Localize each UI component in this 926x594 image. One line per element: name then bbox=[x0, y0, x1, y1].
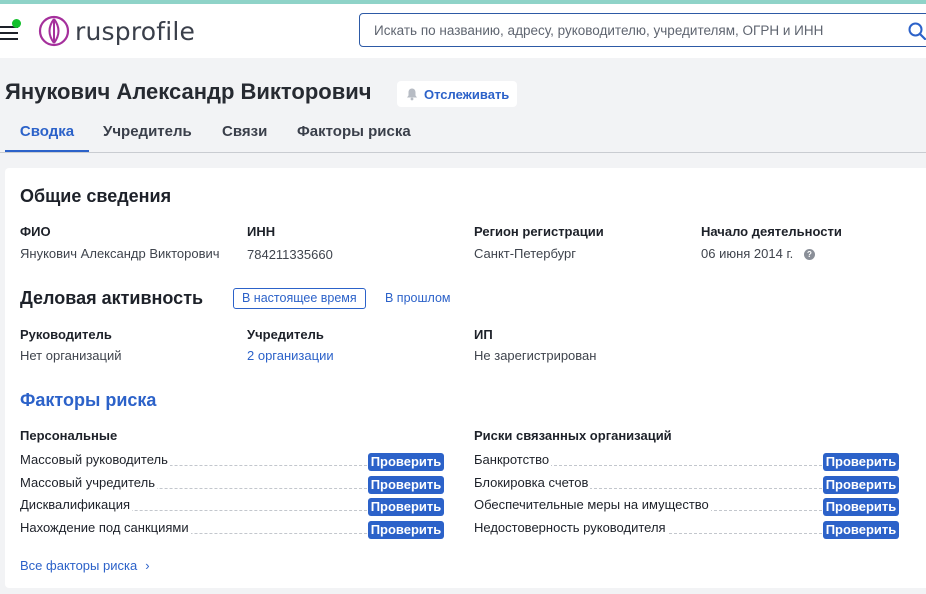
founder-label: Учредитель bbox=[247, 327, 324, 342]
manager-label: Руководитель bbox=[20, 327, 112, 342]
fio-value: Янукович Александр Викторович bbox=[20, 246, 220, 261]
check-button[interactable]: Проверить bbox=[823, 476, 899, 494]
manager-value: Нет организаций bbox=[20, 348, 122, 363]
list-item: Обеспечительные меры на имущество Провер… bbox=[474, 496, 900, 516]
track-button-label: Отслеживать bbox=[424, 86, 510, 102]
personal-risks-label: Персональные bbox=[20, 428, 118, 443]
search-icon[interactable] bbox=[908, 22, 926, 40]
list-item: Банкротство Проверить bbox=[474, 451, 900, 471]
search-box bbox=[359, 13, 926, 47]
check-button[interactable]: Проверить bbox=[368, 521, 444, 539]
list-item: Недостоверность руководителя Проверить bbox=[474, 519, 900, 539]
risk-name: Дисквалификация bbox=[20, 497, 132, 512]
site-header: rusprofile bbox=[0, 4, 926, 58]
all-risk-factors-label: Все факторы риска bbox=[20, 558, 138, 573]
all-risk-factors-link[interactable]: Все факторы риска › bbox=[20, 558, 150, 573]
risk-name: Нахождение под санкциями bbox=[20, 520, 191, 535]
list-item: Массовый руководитель Проверить bbox=[20, 451, 444, 471]
risk-name: Блокировка счетов bbox=[474, 475, 591, 490]
tab-summary[interactable]: Сводка bbox=[5, 112, 89, 152]
check-button[interactable]: Проверить bbox=[368, 453, 444, 471]
risk-name: Недостоверность руководителя bbox=[474, 520, 668, 535]
risk-factors-heading-link[interactable]: Факторы риска bbox=[20, 390, 156, 411]
list-item: Дисквалификация Проверить bbox=[20, 496, 444, 516]
chevron-right-icon: › bbox=[145, 558, 150, 573]
track-button[interactable]: Отслеживать bbox=[397, 81, 518, 107]
filter-past-link[interactable]: В прошлом bbox=[385, 291, 451, 305]
region-value: Санкт-Петербург bbox=[474, 246, 576, 261]
start-date-label: Начало деятельности bbox=[701, 224, 842, 239]
menu-icon[interactable] bbox=[0, 19, 21, 40]
tab-risk-factors[interactable]: Факторы риска bbox=[297, 112, 411, 152]
rusprofile-logo-icon bbox=[38, 15, 70, 47]
inn-value: 784211335660 bbox=[247, 247, 333, 262]
summary-card: Общие сведения ФИО Янукович Александр Ви… bbox=[5, 168, 926, 588]
risk-name: Массовый учредитель bbox=[20, 475, 157, 490]
tab-connections[interactable]: Связи bbox=[222, 112, 267, 152]
bell-icon bbox=[407, 88, 417, 101]
business-activity-heading: Деловая активность bbox=[20, 288, 204, 308]
filter-current-button[interactable]: В настоящее время bbox=[233, 288, 366, 309]
page-title: Янукович Александр Викторович bbox=[5, 79, 372, 104]
list-item: Массовый учредитель Проверить bbox=[20, 474, 444, 494]
check-button[interactable]: Проверить bbox=[823, 453, 899, 471]
inn-label: ИНН bbox=[247, 224, 276, 239]
ip-value: Не зарегистрирован bbox=[474, 348, 597, 363]
logo[interactable]: rusprofile bbox=[38, 14, 195, 48]
online-status-dot bbox=[12, 19, 21, 28]
search-input[interactable] bbox=[360, 14, 890, 46]
founder-orgs-link[interactable]: 2 организации bbox=[247, 348, 334, 363]
check-button[interactable]: Проверить bbox=[823, 498, 899, 516]
risk-name: Обеспечительные меры на имущество bbox=[474, 497, 711, 512]
start-date-value: 06 июня 2014 г. bbox=[701, 246, 794, 261]
risk-name: Массовый руководитель bbox=[20, 452, 170, 467]
risk-name: Банкротство bbox=[474, 452, 552, 467]
region-label: Регион регистрации bbox=[474, 224, 604, 239]
list-item: Нахождение под санкциями Проверить bbox=[20, 519, 444, 539]
fio-label: ФИО bbox=[20, 224, 51, 239]
related-risks-label: Риски связанных организаций bbox=[474, 428, 672, 443]
ip-label: ИП bbox=[474, 327, 493, 342]
check-button[interactable]: Проверить bbox=[368, 498, 444, 516]
tab-founder[interactable]: Учредитель bbox=[103, 112, 192, 152]
list-item: Блокировка счетов Проверить bbox=[474, 474, 900, 494]
check-button[interactable]: Проверить bbox=[368, 476, 444, 494]
general-info-heading: Общие сведения bbox=[20, 186, 172, 206]
check-button[interactable]: Проверить bbox=[823, 521, 899, 539]
tab-bar: Сводка Учредитель Связи Факторы риска bbox=[0, 112, 926, 153]
logo-text: rusprofile bbox=[75, 16, 196, 46]
help-icon[interactable]: ? bbox=[804, 249, 815, 260]
